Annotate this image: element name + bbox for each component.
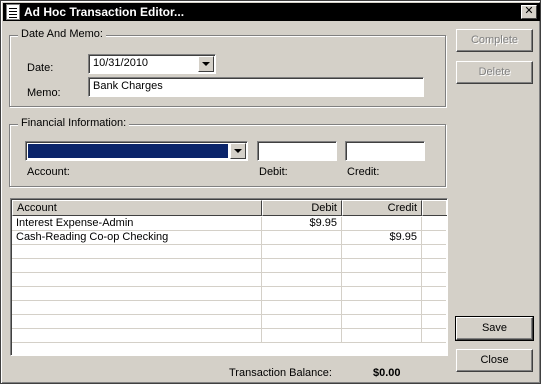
empty-row (12, 315, 446, 329)
transaction-grid[interactable]: Account Debit Credit Interest Expense-Ad… (10, 198, 448, 356)
empty-row (12, 273, 446, 287)
cell-account: Interest Expense-Admin (12, 217, 262, 231)
close-window-button[interactable]: ✕ (521, 5, 537, 19)
account-selection (27, 143, 229, 159)
document-icon (6, 4, 20, 20)
empty-row (12, 245, 446, 259)
memo-field[interactable]: Bank Charges (88, 77, 424, 97)
chevron-down-icon[interactable] (198, 56, 214, 72)
grid-header: Account Debit Credit (12, 200, 447, 216)
ad-hoc-transaction-editor-window: Ad Hoc Transaction Editor... ✕ Date And … (0, 0, 541, 384)
date-label: Date: (27, 62, 54, 74)
account-label: Account: (27, 166, 70, 178)
memo-label: Memo: (27, 87, 61, 99)
debit-label: Debit: (259, 166, 288, 178)
cell-debit (262, 231, 342, 245)
memo-value: Bank Charges (93, 80, 163, 92)
column-header-account[interactable]: Account (12, 200, 262, 216)
column-header-debit[interactable]: Debit (262, 200, 342, 216)
cell-debit: $9.95 (262, 217, 342, 231)
table-row[interactable]: Interest Expense-Admin $9.95 (12, 217, 446, 231)
cell-account: Cash-Reading Co-op Checking (12, 231, 262, 245)
transaction-balance-label: Transaction Balance: (229, 367, 332, 379)
complete-button[interactable]: Complete (456, 29, 533, 52)
close-button[interactable]: Close (456, 349, 533, 372)
credit-label: Credit: (347, 166, 380, 178)
empty-row (12, 287, 446, 301)
cell-credit (342, 217, 422, 231)
date-picker[interactable]: 10/31/2010 (88, 54, 216, 74)
column-header-credit[interactable]: Credit (342, 200, 422, 216)
column-header-filler (422, 200, 447, 216)
account-dropdown[interactable] (25, 141, 248, 161)
transaction-balance-value: $0.00 (373, 367, 401, 379)
delete-button[interactable]: Delete (456, 61, 533, 84)
save-button[interactable]: Save (455, 316, 534, 341)
date-value: 10/31/2010 (93, 57, 149, 69)
chevron-down-icon[interactable] (230, 143, 246, 159)
empty-row (12, 301, 446, 315)
financial-info-group-label: Financial Information: (18, 117, 130, 129)
table-row[interactable]: Cash-Reading Co-op Checking $9.95 (12, 231, 446, 245)
title-bar[interactable]: Ad Hoc Transaction Editor... ✕ (3, 3, 540, 21)
credit-field[interactable] (345, 141, 425, 161)
date-memo-group-label: Date And Memo: (18, 28, 106, 40)
empty-row (12, 259, 446, 273)
cell-credit: $9.95 (342, 231, 422, 245)
window-title: Ad Hoc Transaction Editor... (24, 5, 185, 19)
empty-row (12, 329, 446, 343)
debit-field[interactable] (257, 141, 337, 161)
